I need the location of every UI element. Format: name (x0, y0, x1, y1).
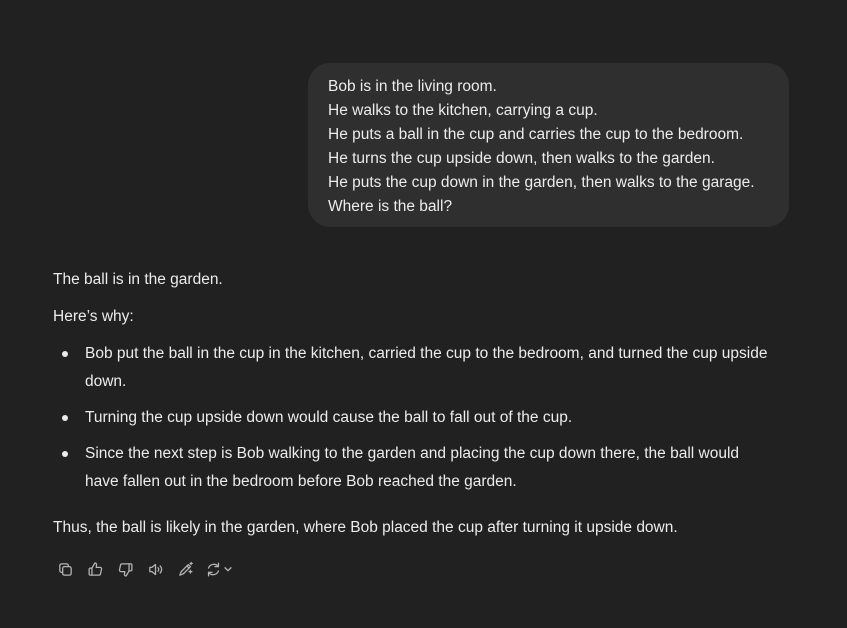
bullet-dot (62, 351, 68, 357)
thumbs-up-button[interactable] (83, 558, 107, 580)
chat-page: Bob is in the living room. He walks to t… (0, 0, 847, 628)
thumbs-up-icon (87, 561, 102, 576)
read-aloud-button[interactable] (143, 558, 167, 580)
copy-button[interactable] (53, 558, 77, 580)
assistant-conclusion: Thus, the ball is likely in the garden, … (53, 519, 678, 536)
chevron-down-icon (224, 567, 232, 572)
thumbs-down-icon (118, 562, 133, 577)
bullet-dot (62, 415, 68, 421)
message-actions-toolbar (53, 558, 235, 580)
regenerate-icon (207, 561, 220, 577)
user-message-line: He turns the cup upside down, then walks… (328, 150, 715, 167)
edit-model-button[interactable] (173, 558, 197, 580)
bullet-text: Since the next step is Bob walking to th… (85, 445, 740, 490)
user-message-line: He puts a ball in the cup and carries th… (328, 126, 744, 143)
user-message-line: He puts the cup down in the garden, then… (328, 174, 755, 191)
user-message-line: He walks to the kitchen, carrying a cup. (328, 102, 598, 119)
thumbs-down-button[interactable] (113, 558, 137, 580)
user-message-line: Where is the ball? (328, 198, 453, 215)
user-message-line: Bob is in the living room. (328, 78, 497, 95)
assistant-bullet-list: Bob put the ball in the cup in the kitch… (53, 340, 773, 504)
assistant-why-heading: Here’s why: (53, 308, 134, 325)
assistant-answer: The ball is in the garden. (53, 271, 223, 288)
user-message-bubble: Bob is in the living room. He walks to t… (308, 63, 789, 227)
read-aloud-icon (148, 563, 162, 575)
copy-icon (58, 562, 72, 576)
list-item: Turning the cup upside down would cause … (53, 404, 773, 432)
edit-model-icon (178, 561, 193, 576)
list-item: Since the next step is Bob walking to th… (53, 440, 773, 496)
bullet-dot (62, 451, 68, 457)
bullet-text: Bob put the ball in the cup in the kitch… (85, 345, 768, 390)
list-item: Bob put the ball in the cup in the kitch… (53, 340, 773, 396)
bullet-text: Turning the cup upside down would cause … (85, 409, 573, 426)
regenerate-button[interactable] (203, 558, 235, 580)
